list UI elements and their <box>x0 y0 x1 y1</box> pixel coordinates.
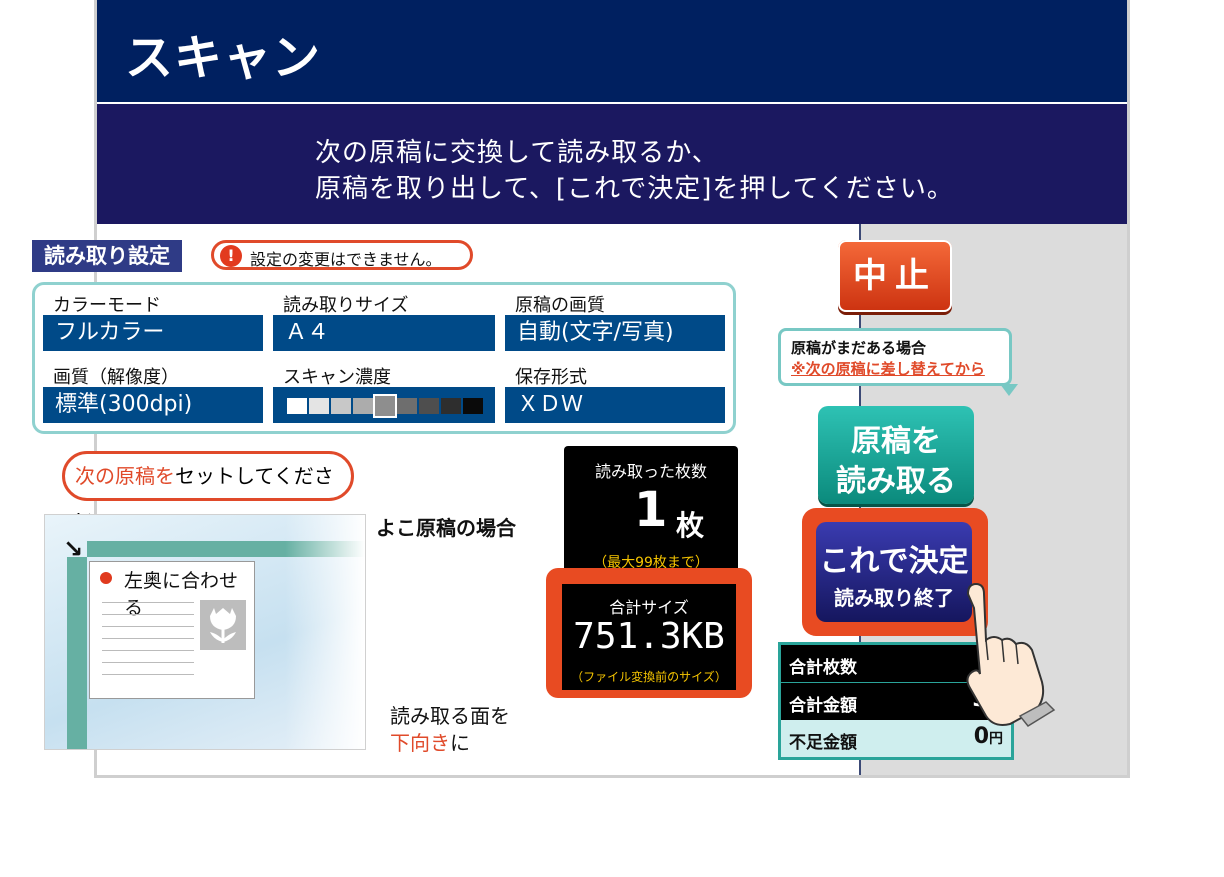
notice-text: 設定の変更はできません。 <box>250 250 442 269</box>
set-next-document-prompt: 次の原稿をセットしてください <box>62 451 354 532</box>
total-size-highlight: 合計サイズ 751.3KB （ファイル変換前のサイズ） <box>546 568 752 698</box>
landscape-document-label: よこ原稿の場合 <box>376 516 516 540</box>
density-cell <box>309 398 329 414</box>
pointing-hand-icon <box>950 578 1060 728</box>
scan-button-line-2: 読み取る <box>836 464 956 499</box>
density-cell <box>441 398 461 414</box>
settings-locked-notice: ! 設定の変更はできません。 <box>211 240 473 270</box>
instruction-bar: 次の原稿に交換して読み取るか、 原稿を取り出して、[これで決定]を押してください… <box>97 104 1127 224</box>
scan-face-line-1: 読み取る面を <box>390 704 510 728</box>
scan-density-meter <box>273 387 495 423</box>
scan-size-label: 読み取りサイズ <box>283 295 409 316</box>
save-format-label: 保存形式 <box>515 367 587 388</box>
total-amount-label: 合計金額 <box>789 696 857 716</box>
warning-icon: ! <box>220 245 242 267</box>
document-placement-illustration: ↘ 左奥に合わせる <box>44 514 366 750</box>
density-cell-selected <box>373 394 397 418</box>
face-down-text: 下向き <box>390 731 450 755</box>
next-document-text: 次の原稿を <box>75 464 175 488</box>
stop-button[interactable]: 中止 <box>838 240 952 312</box>
hint-line-2: ※次の原稿に差し替えてから <box>791 360 985 378</box>
resolution-value: 標準(300dpi) <box>43 387 263 423</box>
density-cell <box>331 398 351 414</box>
total-size-panel: 合計サイズ 751.3KB （ファイル変換前のサイズ） <box>562 584 736 690</box>
density-cell <box>419 398 439 414</box>
settings-panel: カラーモード フルカラー 読み取りサイズ Ａ４ 原稿の画質 自動(文字/写真) … <box>32 282 736 434</box>
decide-button-line-2: 読み取り終了 <box>834 586 954 610</box>
scan-density-label: スキャン濃度 <box>283 367 391 388</box>
finish-scan-button[interactable]: これで決定 読み取り終了 <box>816 522 972 622</box>
save-format-value: ＸＤＷ <box>505 387 725 423</box>
density-cell <box>287 398 307 414</box>
scan-face-line-2: 下向きに <box>390 727 470 756</box>
density-cell <box>353 398 373 414</box>
scan-button-line-1: 原稿を <box>851 424 941 459</box>
image-quality-value: 自動(文字/写真) <box>505 315 725 351</box>
shortage-label: 不足金額 <box>789 733 857 753</box>
alignment-dot <box>100 572 112 584</box>
scanned-count-unit: 枚 <box>676 509 705 542</box>
color-mode-label: カラーモード <box>53 295 161 316</box>
title-bar: スキャン <box>97 0 1127 102</box>
scan-document-button[interactable]: 原稿を 読み取る <box>818 406 974 504</box>
scanned-count-title: 読み取った枚数 <box>594 462 707 481</box>
resolution-label: 画質（解像度） <box>53 367 179 388</box>
color-mode-value: フルカラー <box>43 315 263 351</box>
instruction-line-1: 次の原稿に交換して読み取るか、 <box>315 138 719 168</box>
yen-unit: 円 <box>989 731 1003 747</box>
tulip-icon <box>200 600 246 650</box>
settings-section-label: 読み取り設定 <box>32 240 182 272</box>
decide-button-line-1: これで決定 <box>819 544 969 579</box>
total-size-value: 751.3KB <box>573 616 725 657</box>
density-cell <box>397 398 417 414</box>
total-size-title: 合計サイズ <box>609 598 689 617</box>
instruction-line-2: 原稿を取り出して、[これで決定]を押してください。 <box>315 174 954 204</box>
face-suffix-text: に <box>450 731 470 755</box>
left-guide-ruler <box>67 557 87 749</box>
scanned-count-panel: 読み取った枚数 1 枚 （最大99枚まで） <box>564 446 738 572</box>
scanned-count-value: 1 <box>634 482 668 538</box>
more-documents-hint: 原稿がまだある場合 ※次の原稿に差し替えてから <box>778 328 1012 386</box>
scan-size-value: Ａ４ <box>273 315 495 351</box>
hint-pointer <box>1000 384 1018 396</box>
document-sheet: 左奥に合わせる <box>89 561 255 699</box>
total-size-note: （ファイル変換前のサイズ） <box>571 670 727 684</box>
total-pages-label: 合計枚数 <box>789 658 857 678</box>
page-title: スキャン <box>125 30 322 86</box>
image-quality-label: 原稿の画質 <box>515 295 605 316</box>
hint-line-1: 原稿がまだある場合 <box>791 339 927 357</box>
density-cell <box>463 398 483 414</box>
